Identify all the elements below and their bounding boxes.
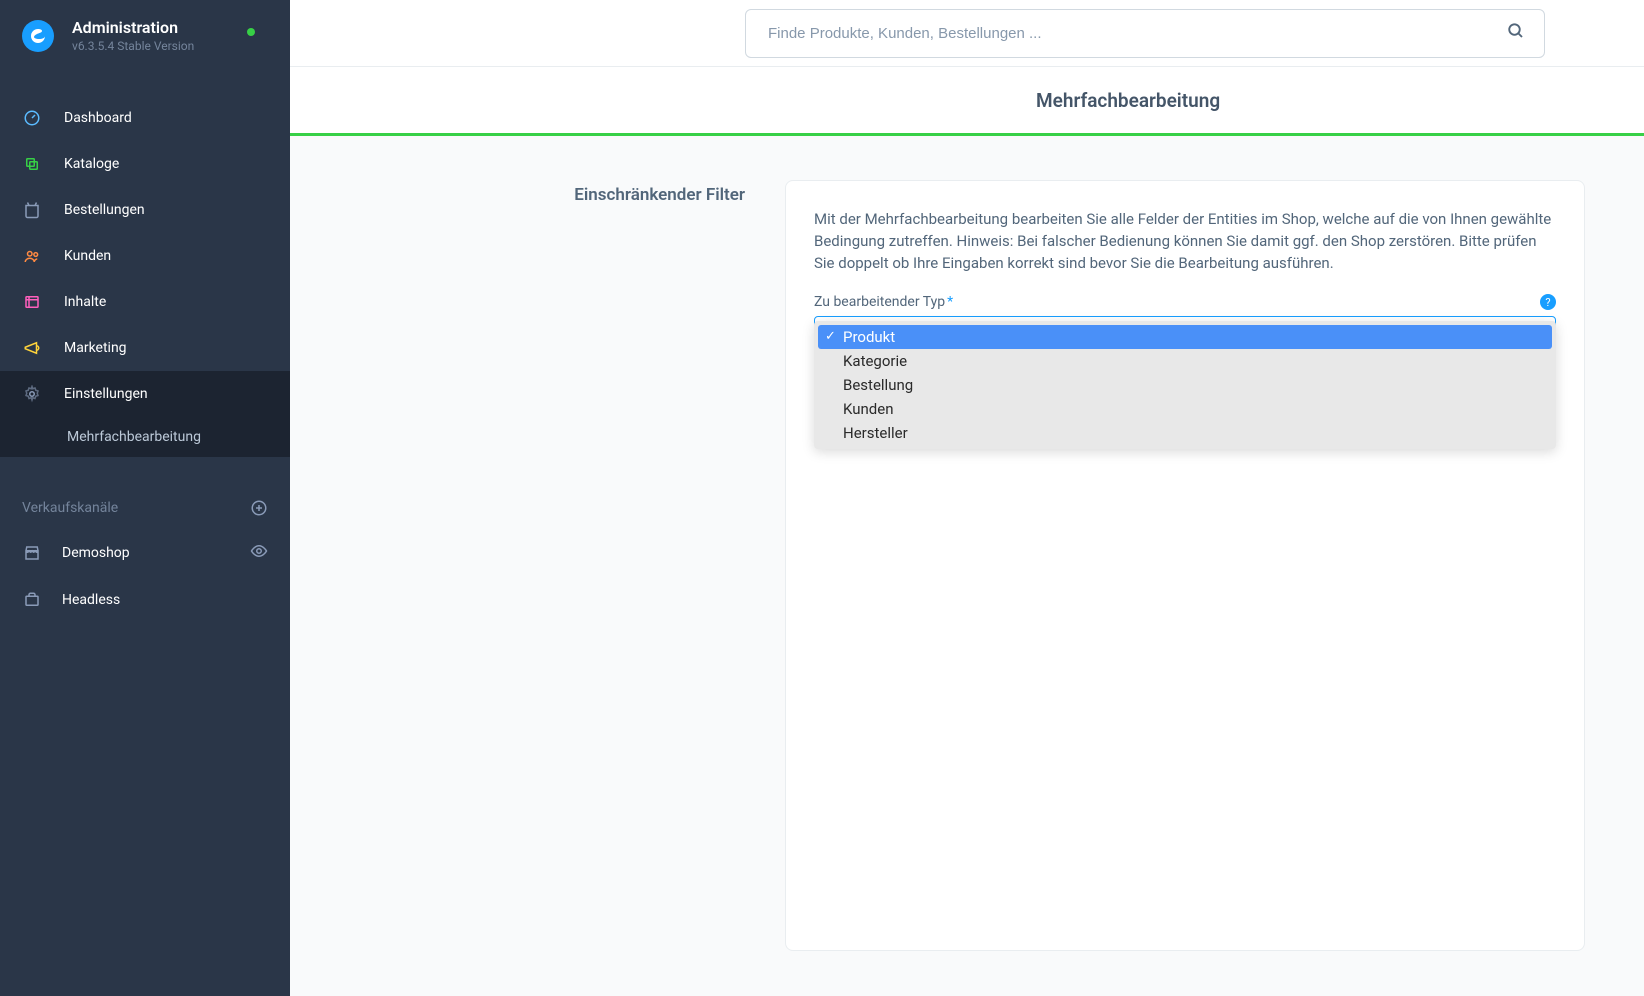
dropdown-option-bestellung[interactable]: Bestellung (818, 373, 1552, 397)
nav-item-customers[interactable]: Kunden (0, 233, 290, 279)
channel-label: Headless (62, 592, 120, 608)
nav-label: Dashboard (64, 110, 132, 126)
nav-label: Bestellungen (64, 202, 145, 218)
content-area: Einschränkender Filter Mit der Mehrfachb… (290, 135, 1644, 996)
app-version: v6.3.5.4 Stable Version (72, 39, 268, 53)
sidebar-header: Administration v6.3.5.4 Stable Version (0, 0, 290, 71)
page-title: Mehrfachbearbeitung (1036, 89, 1604, 112)
page-header: Mehrfachbearbeitung (290, 67, 1644, 135)
nav-item-dashboard[interactable]: Dashboard (0, 95, 290, 141)
field-label-row: Zu bearbeitender Typ* ? (814, 294, 1556, 310)
customers-icon (22, 246, 42, 266)
nav-label: Kataloge (64, 156, 119, 172)
catalog-icon (22, 154, 42, 174)
filter-card: Mit der Mehrfachbearbeitung bearbeiten S… (785, 180, 1585, 951)
filter-section-title: Einschränkender Filter (330, 180, 745, 205)
nav-label: Marketing (64, 340, 127, 356)
topbar (290, 0, 1644, 67)
settings-icon (22, 384, 42, 404)
type-field-label: Zu bearbeitender Typ* (814, 294, 953, 310)
sales-channels-header: Verkaufskanäle (0, 487, 290, 529)
add-channel-icon[interactable] (250, 499, 268, 517)
nav-label: Einstellungen (64, 386, 148, 402)
app-title: Administration (72, 18, 268, 37)
content-icon (22, 292, 42, 312)
nav-item-settings[interactable]: Einstellungen (0, 371, 290, 417)
headless-icon (22, 590, 42, 610)
help-icon[interactable]: ? (1540, 294, 1556, 310)
dashboard-icon (22, 108, 42, 128)
nav-item-catalog[interactable]: Kataloge (0, 141, 290, 187)
sales-channels-title: Verkaufskanäle (22, 500, 118, 516)
type-select: ✓ Produkt Kategorie Bestellung Kunden He… (814, 316, 1556, 362)
dropdown-option-kunden[interactable]: Kunden (818, 397, 1552, 421)
main-content: Mehrfachbearbeitung Einschränkender Filt… (290, 0, 1644, 996)
dropdown-panel: ✓ Produkt Kategorie Bestellung Kunden He… (814, 321, 1556, 449)
preview-icon[interactable] (250, 542, 268, 564)
nav-subitem-bulkedit[interactable]: Mehrfachbearbeitung (0, 417, 290, 457)
dropdown-option-kategorie[interactable]: Kategorie (818, 349, 1552, 373)
channel-item-demoshop[interactable]: Demoshop (0, 529, 290, 577)
progress-indicator (290, 133, 1644, 136)
nav-label: Kunden (64, 248, 111, 264)
search-icon[interactable] (1507, 22, 1525, 44)
sidebar: Administration v6.3.5.4 Stable Version D… (0, 0, 290, 996)
nav-item-marketing[interactable]: Marketing (0, 325, 290, 371)
orders-icon (22, 200, 42, 220)
marketing-icon (22, 338, 42, 358)
channel-label: Demoshop (62, 545, 130, 561)
logo-icon (22, 20, 54, 52)
nav-main: Dashboard Kataloge Bestellungen Kunden I… (0, 95, 290, 457)
channel-item-headless[interactable]: Headless (0, 577, 290, 623)
filter-label-column: Einschränkender Filter (330, 180, 745, 951)
nav-label: Inhalte (64, 294, 106, 310)
status-indicator (247, 28, 255, 36)
check-icon: ✓ (825, 329, 836, 344)
search-input[interactable] (745, 9, 1545, 58)
nav-item-orders[interactable]: Bestellungen (0, 187, 290, 233)
nav-sub-label: Mehrfachbearbeitung (67, 429, 201, 445)
dropdown-option-hersteller[interactable]: Hersteller (818, 421, 1552, 445)
nav-item-content[interactable]: Inhalte (0, 279, 290, 325)
storefront-icon (22, 543, 42, 563)
required-asterisk: * (947, 294, 953, 310)
dropdown-option-produkt[interactable]: ✓ Produkt (818, 325, 1552, 349)
search-wrapper (745, 9, 1545, 58)
description-text: Mit der Mehrfachbearbeitung bearbeiten S… (814, 209, 1556, 274)
